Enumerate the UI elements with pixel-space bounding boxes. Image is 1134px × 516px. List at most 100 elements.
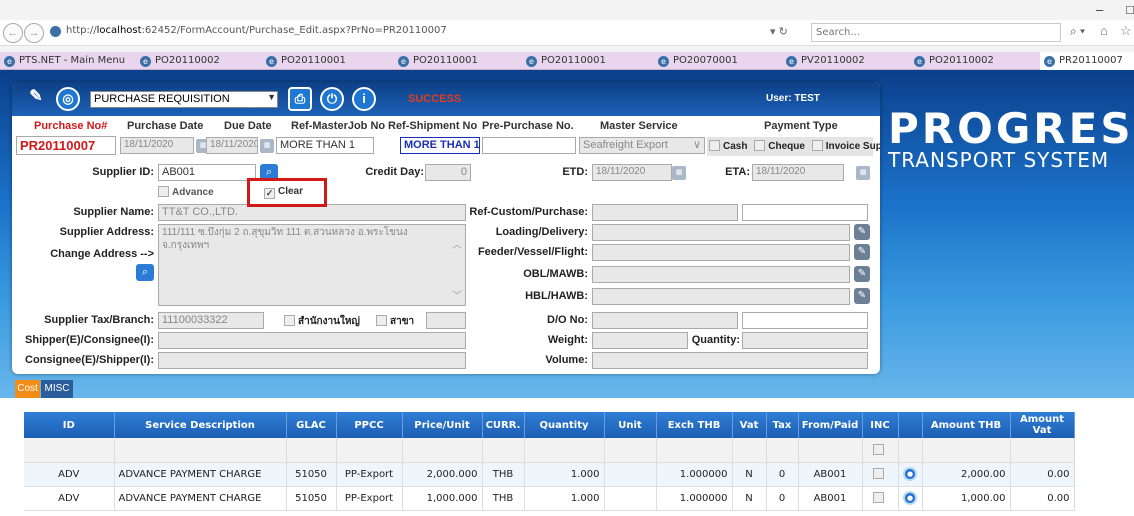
branch-option[interactable]: สาขา [376, 314, 414, 329]
head-office-checkbox[interactable] [284, 315, 295, 326]
tab-pr20110007[interactable]: e PR20110007 [1040, 52, 1134, 70]
advance-checkbox[interactable] [158, 186, 169, 197]
edit-icon[interactable]: ✎ [854, 244, 870, 260]
tab-main-menu[interactable]: e PTS.NET - Main Menu [4, 52, 134, 70]
credit-day-field[interactable]: 0 [425, 164, 471, 181]
ie-icon: e [1044, 56, 1055, 67]
favorites-icon[interactable]: ☆ [1120, 23, 1132, 39]
shipper-field[interactable] [158, 332, 466, 349]
tab-po20070001[interactable]: e PO20070001 [658, 52, 778, 70]
home-icon[interactable]: ⌂ [1100, 23, 1108, 38]
calendar-icon[interactable]: ▦ [856, 166, 870, 180]
purchase-no-field[interactable]: PR20110007 [16, 136, 116, 155]
purchase-date-field[interactable]: 18/11/2020 [120, 137, 194, 154]
supplier-name-label: Supplier Name: [73, 206, 154, 218]
invoice-checkbox[interactable] [811, 140, 823, 151]
obl-label: OBL/MAWB: [523, 268, 588, 280]
supplier-tax-field[interactable]: 11100033322 [158, 312, 264, 329]
hbl-field[interactable] [592, 288, 850, 305]
print-icon[interactable]: ⎙ [288, 87, 312, 111]
address-row: ← → http://localhost:62452/FormAccount/P… [0, 20, 1134, 46]
supplier-address-label: Supplier Address: [59, 226, 154, 238]
brand-title: PROGRESS [888, 104, 1134, 153]
quantity-field[interactable] [742, 332, 868, 349]
branch-field[interactable] [426, 312, 466, 329]
consignee-field[interactable] [158, 352, 466, 369]
search-icon[interactable]: ⌕ ▾ [1070, 24, 1085, 39]
maximize-button[interactable]: □ [1126, 2, 1134, 17]
edit-icon[interactable]: ✎ [854, 266, 870, 282]
tab-po20110002[interactable]: e PO20110002 [140, 52, 260, 70]
status-text: SUCCESS [408, 93, 462, 105]
ref-custom-field[interactable] [592, 204, 738, 221]
table-row[interactable]: ADV ADVANCE PAYMENT CHARGE 51050 PP-Expo… [24, 462, 1075, 487]
head-office-option[interactable]: สำนักงานใหญ่ [284, 314, 360, 329]
info-icon[interactable]: i [352, 87, 376, 111]
tab-pv20110002[interactable]: e PV20110002 [786, 52, 906, 70]
search-icon[interactable]: ⌕ [136, 264, 154, 281]
refresh-icon[interactable]: ▾ ↻ [770, 25, 788, 38]
payment-type-label: Payment Type [764, 120, 838, 132]
feeder-field[interactable] [592, 244, 850, 261]
edit-icon[interactable]: ✎ [854, 288, 870, 304]
purchase-no-label: Purchase No# [34, 120, 108, 132]
edit-icon[interactable]: ✎ [24, 87, 48, 111]
payment-type-group: Cash Cheque Invoice Sup [707, 137, 880, 156]
inc-checkbox[interactable] [873, 443, 884, 455]
inc-checkbox[interactable] [873, 492, 884, 503]
ref-masterjob-field[interactable]: MORE THAN 1 [276, 137, 374, 154]
supplier-address-field[interactable]: 111/111 ซ.บึงกุ่ม 2 ถ.สุขุมวิท 111 ต.สวน… [158, 224, 466, 306]
advance-option[interactable]: Advance [158, 186, 214, 198]
browser-tabs: e PTS.NET - Main Menu e PO20110002 e PO2011… [0, 52, 1134, 70]
select-row-icon[interactable]: ● [903, 467, 917, 481]
inc-checkbox[interactable] [873, 468, 884, 479]
ref-purchase-field[interactable] [742, 204, 868, 221]
weight-field[interactable] [592, 332, 688, 349]
volume-field[interactable] [592, 352, 868, 369]
tab-po20110001-c[interactable]: e PO20110001 [526, 52, 646, 70]
col-ppcc: PPCC [336, 412, 403, 438]
col-inc: INC [862, 412, 899, 438]
calendar-icon[interactable]: ▦ [260, 139, 274, 153]
calendar-icon[interactable]: ▦ [672, 166, 686, 180]
loading-field[interactable] [592, 224, 850, 241]
do-extra-field[interactable] [742, 312, 868, 329]
tab-misc[interactable]: MISC [41, 380, 73, 398]
edit-icon[interactable]: ✎ [854, 224, 870, 240]
eta-field[interactable]: 18/11/2020 [752, 164, 844, 181]
ref-shipment-field[interactable]: MORE THAN 1 [400, 137, 480, 154]
due-date-field[interactable]: 18/11/2020 [206, 137, 258, 154]
cheque-checkbox[interactable] [754, 140, 766, 151]
tab-po20110001[interactable]: e PO20110001 [266, 52, 386, 70]
etd-field[interactable]: 18/11/2020 [592, 164, 672, 181]
col-price: Price/Unit [402, 412, 483, 438]
table-row[interactable]: ADV ADVANCE PAYMENT CHARGE 51050 PP-Expo… [24, 486, 1075, 511]
search-input[interactable] [811, 23, 1061, 42]
obl-field[interactable] [592, 266, 850, 283]
refresh-icon[interactable]: ◎ [56, 87, 80, 111]
brand-subtitle: TRANSPORT SYSTEM [888, 148, 1110, 172]
tab-po20110001-b[interactable]: e PO20110001 [398, 52, 518, 70]
forward-button[interactable]: → [24, 23, 44, 43]
master-service-select[interactable]: Seafreight Export ∨ [579, 137, 705, 154]
form-toolbar: ✎ ◎ PURCHASE REQUISITION ▼ ⎙ ⏻ i SUCCESS … [12, 82, 880, 116]
tab-cost[interactable]: Cost [15, 380, 40, 398]
address-bar[interactable]: http://localhost:62452/FormAccount/Purch… [66, 25, 447, 36]
do-no-field[interactable] [592, 312, 738, 329]
tab-po20110002-b[interactable]: e PO20110002 [914, 52, 1034, 70]
minimize-button[interactable]: – [1096, 2, 1103, 17]
power-icon[interactable]: ⏻ [320, 87, 344, 111]
ie-icon: e [526, 56, 537, 67]
pre-purchase-field[interactable] [482, 137, 576, 154]
weight-label: Weight: [547, 334, 588, 346]
col-amount-thb: Amount THB [922, 412, 1011, 438]
select-row-icon[interactable]: ● [903, 491, 917, 505]
back-button[interactable]: ← [3, 23, 23, 43]
branch-checkbox[interactable] [376, 315, 387, 326]
ref-custom-label: Ref-Custom/Purchase: [469, 206, 588, 218]
ref-shipment-label: Ref-Shipment No [388, 120, 478, 132]
feeder-label: Feeder/Vessel/Flight: [477, 246, 588, 258]
cash-checkbox[interactable] [709, 140, 720, 151]
module-select[interactable]: PURCHASE REQUISITION ▼ [90, 91, 278, 108]
supplier-id-field[interactable]: AB001 [158, 164, 256, 181]
